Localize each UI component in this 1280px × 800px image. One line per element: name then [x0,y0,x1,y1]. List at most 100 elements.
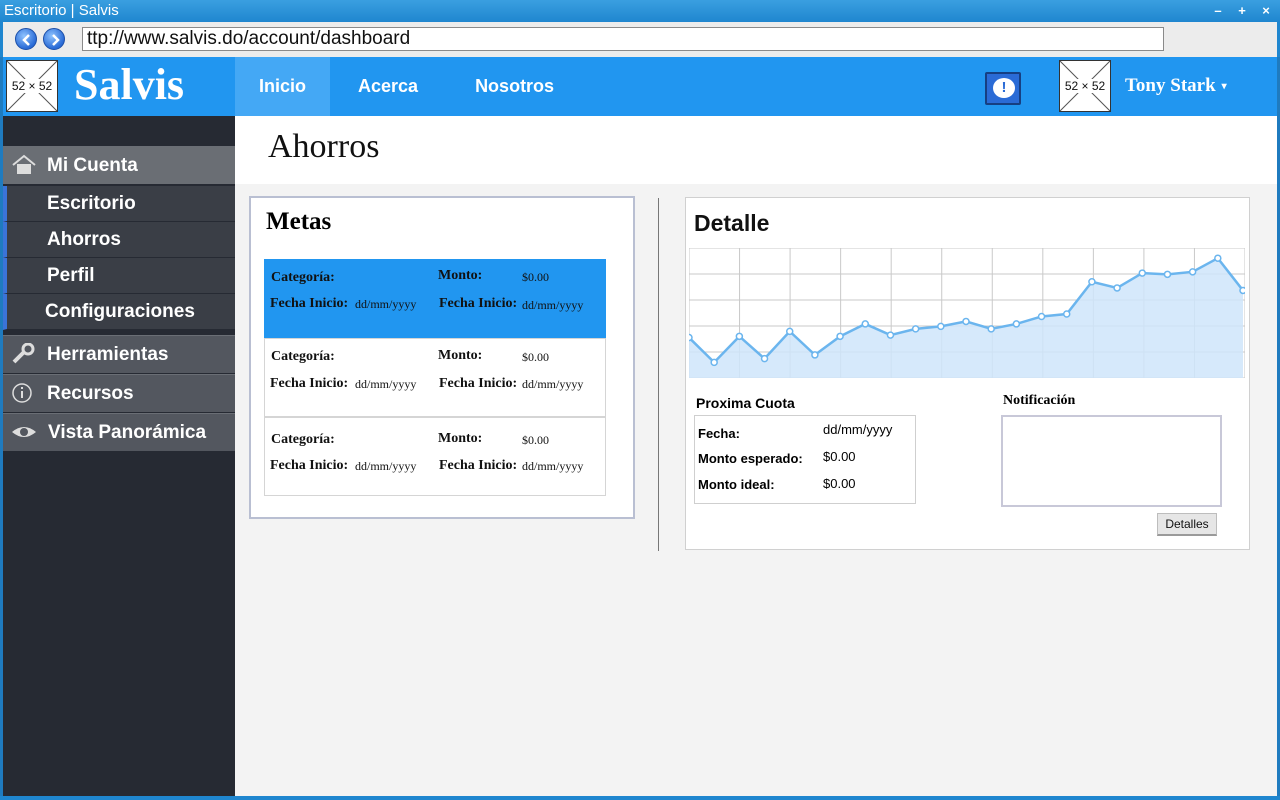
sidebar-item-configuraciones[interactable]: Configuraciones [3,294,235,330]
categoria-label: Categoría: [271,270,335,285]
sidebar: Mi Cuenta Escritorio Ahorros Perfil Conf… [3,116,235,796]
nav-acerca[interactable]: Acerca [330,57,446,116]
chart-point [937,322,945,331]
goal-card[interactable]: Categoría: Monto: $0.00 Fecha Inicio: dd… [264,259,606,338]
chart-point [886,331,895,339]
fecha-inicio-label: Fecha Inicio: [439,296,518,311]
monto-label: Monto: [438,431,483,446]
proxima-cuota-title: Proxima Cuota [696,395,795,411]
monto-value: $0.00 [522,270,549,284]
sidebar-item-label: Ahorros [47,229,121,250]
sidebar-section-vista-panoramica[interactable]: Vista Panorámica [3,413,235,451]
sidebar-section-label: Recursos [47,383,134,404]
metas-panel: Metas Categoría: Monto: $0.00 Fecha Inic… [249,196,635,519]
sidebar-section-mi-cuenta[interactable]: Mi Cuenta [3,146,235,184]
chart-point [1138,269,1147,277]
chart-point [1062,310,1071,318]
home-icon [12,154,36,174]
top-nav: Inicio Acerca Nosotros [235,57,583,116]
chart-point [1012,320,1021,328]
goal-card[interactable]: Categoría: Monto: $0.00 Fecha Inicio: dd… [264,338,606,417]
chart-point [962,317,970,326]
sidebar-section-label: Mi Cuenta [47,155,138,176]
sidebar-item-label: Perfil [47,265,95,286]
notificacion-textarea[interactable] [1001,415,1222,507]
close-button[interactable]: × [1258,3,1274,19]
sidebar-section-recursos[interactable]: Recursos [3,374,235,412]
chart-point [1088,278,1096,286]
arrow-right-icon [52,34,60,46]
brand-name[interactable]: Salvis [74,59,184,110]
monto-value: $0.00 [522,350,549,364]
categoria-label: Categoría: [271,349,335,364]
window-title: Escritorio | Salvis [4,2,119,19]
monto-ideal-value: $0.00 [823,476,856,491]
user-name: Tony Stark [1125,75,1216,96]
chart-point [735,332,744,341]
main-content: Ahorros Metas Categoría: Monto: $0.00 Fe… [235,116,1277,796]
user-menu[interactable]: Tony Stark ▾ [1125,75,1227,97]
sidebar-section-herramientas[interactable]: Herramientas [3,335,235,373]
monto-label: Monto: [438,268,483,283]
chart-point [861,320,870,328]
chart-point [1214,254,1222,262]
address-input[interactable]: ttp://www.salvis.do/account/dashboard [82,27,1164,51]
notifications-button[interactable]: ! [985,72,1021,105]
chart-point [911,325,920,333]
info-icon [12,383,32,403]
divider [658,198,659,551]
chart-point [1037,312,1046,321]
chevron-down-icon: ▾ [1221,81,1227,93]
avatar[interactable]: 52 × 52 [1059,60,1111,112]
goal-card[interactable]: Categoría: Monto: $0.00 Fecha Inicio: dd… [264,417,606,496]
metas-title: Metas [266,208,332,235]
site-header: 52 × 52 Salvis Inicio Acerca Nosotros ! … [3,57,1277,116]
fecha-label: Fecha: [698,426,740,441]
speech-bubble-icon: ! [993,78,1015,98]
chart-point [836,332,844,341]
back-button[interactable] [15,28,37,50]
chart-point [785,327,794,336]
chart-point [760,354,769,363]
sidebar-item-label: Escritorio [47,193,136,214]
eye-icon [12,427,36,437]
fecha-inicio-value: dd/mm/yyyy [522,459,584,473]
detalles-button[interactable]: Detalles [1157,513,1217,536]
sidebar-section-label: Vista Panorámica [48,422,207,443]
monto-label: Monto: [438,348,483,363]
fecha-value: dd/mm/yyyy [823,422,893,437]
window-titlebar: Escritorio | Salvis – + × [0,0,1280,22]
chart-point [811,351,819,359]
logo-placeholder-label: 52 × 52 [10,79,54,93]
monto-ideal-label: Monto ideal: [698,477,775,492]
sidebar-section-label: Herramientas [47,344,169,365]
detalle-panel: Detalle Proxima Cuota Fecha: dd/mm/yyyy … [685,197,1250,550]
forward-button[interactable] [43,28,65,50]
monto-value: $0.00 [522,433,549,447]
maximize-button[interactable]: + [1234,3,1250,19]
nav-inicio[interactable]: Inicio [235,57,331,116]
fecha-inicio-label: Fecha Inicio: [270,458,349,473]
sidebar-item-ahorros[interactable]: Ahorros [3,222,235,258]
fecha-inicio-label: Fecha Inicio: [270,296,349,311]
fecha-inicio-value: dd/mm/yyyy [355,377,417,391]
sidebar-item-escritorio[interactable]: Escritorio [3,186,235,222]
sidebar-item-perfil[interactable]: Perfil [3,258,235,294]
sidebar-item-label: Configuraciones [45,301,195,322]
page-header: Ahorros [235,116,1277,184]
chart-point [1113,284,1121,292]
fecha-inicio-value: dd/mm/yyyy [522,377,584,391]
page-title: Ahorros [268,128,380,165]
arrow-left-icon [22,34,30,46]
avatar-placeholder-label: 52 × 52 [1063,79,1107,93]
chart-point [987,325,995,333]
browser-toolbar: ttp://www.salvis.do/account/dashboard [0,22,1280,57]
nav-nosotros[interactable]: Nosotros [446,57,583,116]
chart-point [710,358,718,367]
fecha-inicio-value: dd/mm/yyyy [355,459,417,473]
categoria-label: Categoría: [271,432,335,447]
proxima-cuota-box: Fecha: dd/mm/yyyy Monto esperado: $0.00 … [694,415,916,504]
minimize-button[interactable]: – [1210,3,1226,19]
monto-esperado-value: $0.00 [823,449,856,464]
chart-point [1239,286,1245,295]
